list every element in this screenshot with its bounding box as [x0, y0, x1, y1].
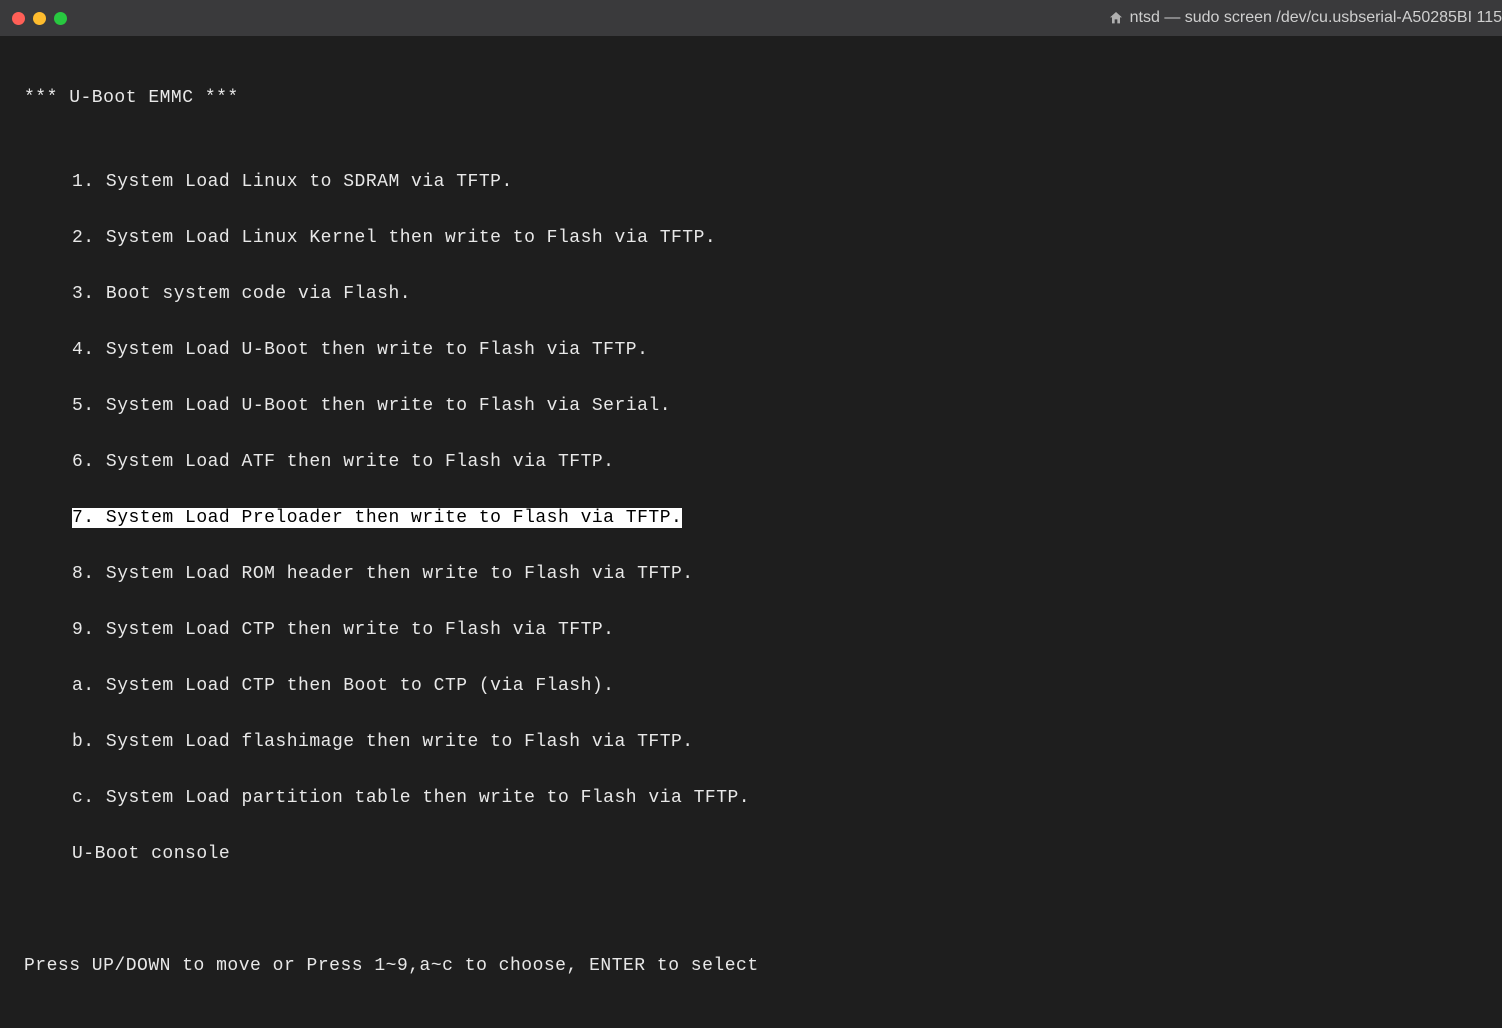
menu-item-5[interactable]: 5. System Load U-Boot then write to Flas… [72, 396, 671, 416]
traffic-lights [12, 12, 67, 25]
menu-item-7[interactable]: 7. System Load Preloader then write to F… [72, 508, 682, 528]
menu-item-9[interactable]: 9. System Load CTP then write to Flash v… [72, 620, 614, 640]
menu-item-1[interactable]: 1. System Load Linux to SDRAM via TFTP. [72, 172, 513, 192]
menu-item-3[interactable]: 3. Boot system code via Flash. [72, 284, 411, 304]
maximize-button[interactable] [54, 12, 67, 25]
menu-item-c[interactable]: c. System Load partition table then writ… [72, 788, 750, 808]
menu-item-8[interactable]: 8. System Load ROM header then write to … [72, 564, 694, 584]
menu-header: *** U-Boot EMMC *** [24, 84, 1478, 112]
home-icon [1108, 10, 1124, 26]
menu-item-console[interactable]: U-Boot console [72, 844, 230, 864]
close-button[interactable] [12, 12, 25, 25]
menu-item-a[interactable]: a. System Load CTP then Boot to CTP (via… [72, 676, 614, 696]
menu-item-b[interactable]: b. System Load flashimage then write to … [72, 732, 694, 752]
terminal-output[interactable]: *** U-Boot EMMC *** 1. System Load Linux… [0, 36, 1502, 1028]
menu-item-6[interactable]: 6. System Load ATF then write to Flash v… [72, 452, 614, 472]
window-titlebar: ntsd — sudo screen /dev/cu.usbserial-A50… [0, 0, 1502, 36]
minimize-button[interactable] [33, 12, 46, 25]
window-title: ntsd — sudo screen /dev/cu.usbserial-A50… [1108, 9, 1502, 27]
menu-item-4[interactable]: 4. System Load U-Boot then write to Flas… [72, 340, 648, 360]
window-title-text: ntsd — sudo screen /dev/cu.usbserial-A50… [1130, 9, 1502, 27]
menu-item-2[interactable]: 2. System Load Linux Kernel then write t… [72, 228, 716, 248]
menu-footer-instructions: Press UP/DOWN to move or Press 1~9,a~c t… [24, 952, 1478, 980]
